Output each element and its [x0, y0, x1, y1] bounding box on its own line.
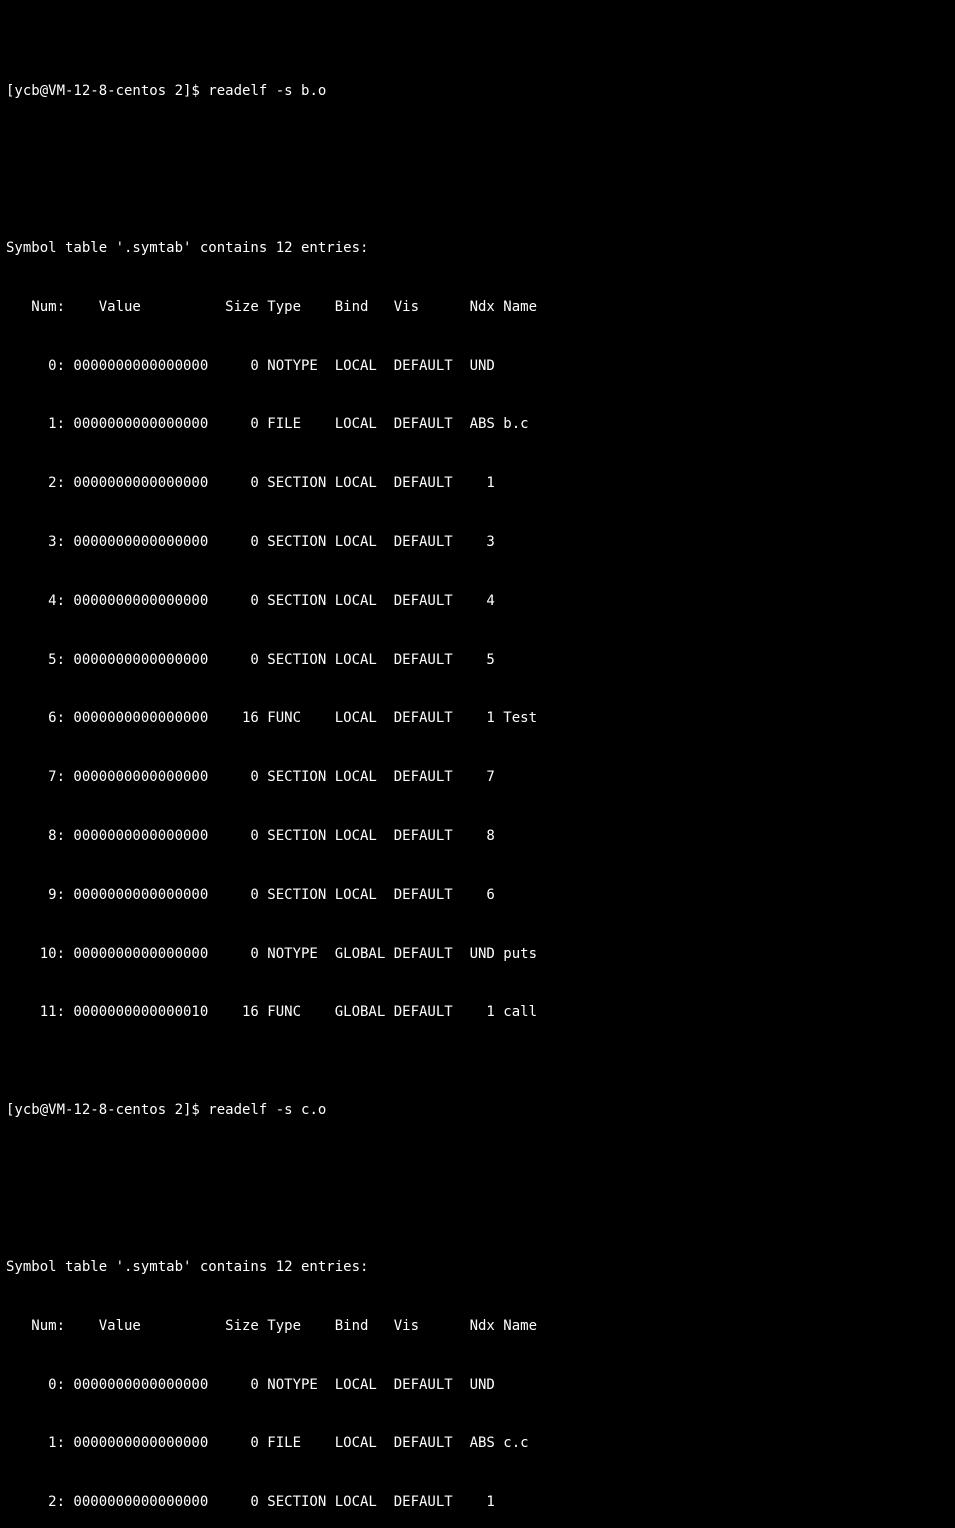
table-row: 2: 0000000000000000 0 SECTION LOCAL DEFA… — [6, 1493, 949, 1513]
table-row: 10: 0000000000000000 0 NOTYPE GLOBAL DEF… — [6, 945, 949, 965]
prompt-line-1: [ycb@VM-12-8-centos 2]$ readelf -s b.o — [6, 82, 949, 102]
table-row: 4: 0000000000000000 0 SECTION LOCAL DEFA… — [6, 592, 949, 612]
table-row: 1: 0000000000000000 0 FILE LOCAL DEFAULT… — [6, 415, 949, 435]
table-row: 1: 0000000000000000 0 FILE LOCAL DEFAULT… — [6, 1434, 949, 1454]
prompt-line-2: [ycb@VM-12-8-centos 2]$ readelf -s c.o — [6, 1101, 949, 1121]
command-text: readelf -s b.o — [208, 83, 326, 99]
symtab-columns: Num: Value Size Type Bind Vis Ndx Name — [6, 298, 949, 318]
terminal-window[interactable]: [ycb@VM-12-8-centos 2]$ readelf -s b.o S… — [0, 0, 955, 1528]
table-row: 7: 0000000000000000 0 SECTION LOCAL DEFA… — [6, 768, 949, 788]
symtab-columns: Num: Value Size Type Bind Vis Ndx Name — [6, 1317, 949, 1337]
table-row: 11: 0000000000000010 16 FUNC GLOBAL DEFA… — [6, 1003, 949, 1023]
table-row: 8: 0000000000000000 0 SECTION LOCAL DEFA… — [6, 827, 949, 847]
table-row: 2: 0000000000000000 0 SECTION LOCAL DEFA… — [6, 474, 949, 494]
table-row: 0: 0000000000000000 0 NOTYPE LOCAL DEFAU… — [6, 357, 949, 377]
table-row: 5: 0000000000000000 0 SECTION LOCAL DEFA… — [6, 651, 949, 671]
symtab-header: Symbol table '.symtab' contains 12 entri… — [6, 1258, 949, 1278]
table-row: 9: 0000000000000000 0 SECTION LOCAL DEFA… — [6, 886, 949, 906]
command-text: readelf -s c.o — [208, 1102, 326, 1118]
symtab-header: Symbol table '.symtab' contains 12 entri… — [6, 239, 949, 259]
shell-prompt: [ycb@VM-12-8-centos 2]$ — [6, 83, 208, 99]
table-row: 6: 0000000000000000 16 FUNC LOCAL DEFAUL… — [6, 709, 949, 729]
table-row: 3: 0000000000000000 0 SECTION LOCAL DEFA… — [6, 533, 949, 553]
table-row: 0: 0000000000000000 0 NOTYPE LOCAL DEFAU… — [6, 1376, 949, 1396]
shell-prompt: [ycb@VM-12-8-centos 2]$ — [6, 1102, 208, 1118]
